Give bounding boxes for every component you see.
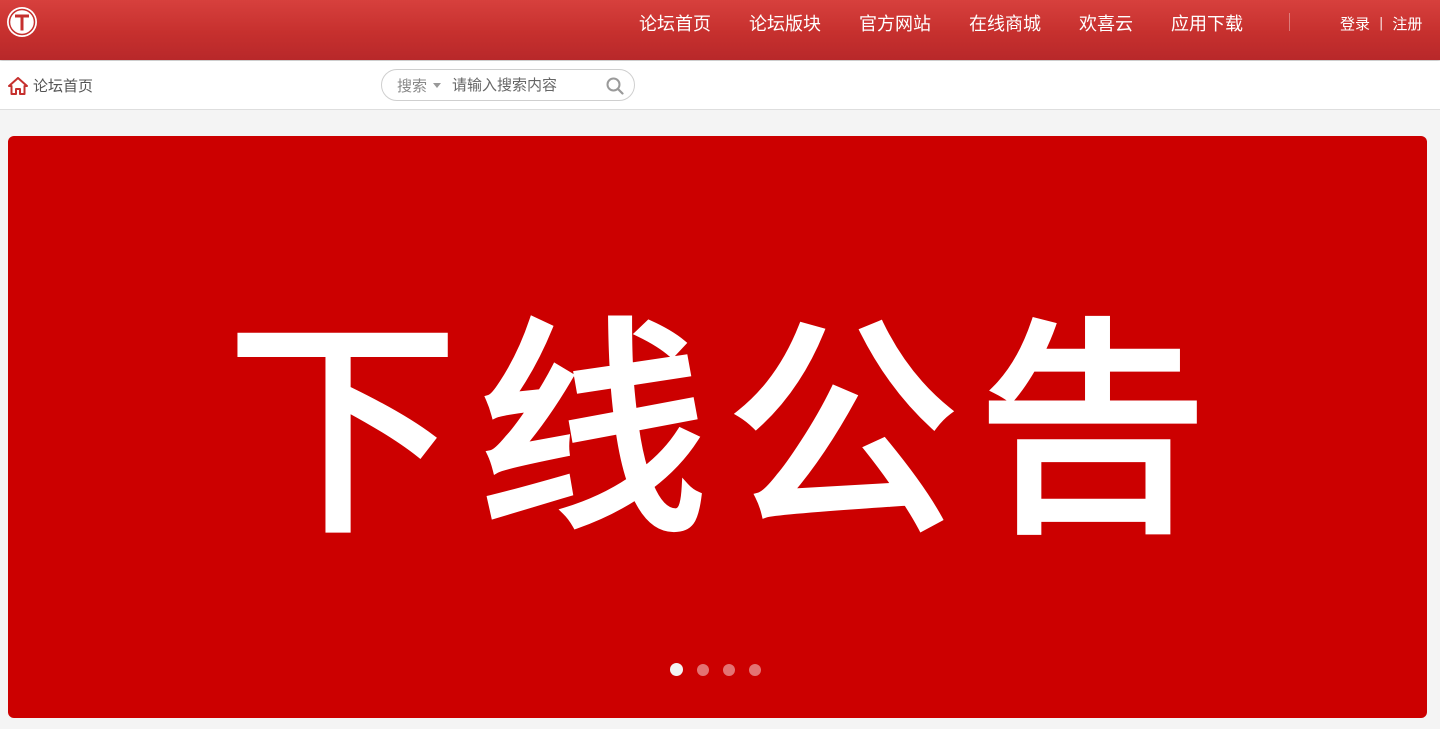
main-nav: 论坛首页 论坛版块 官方网站 在线商城 欢喜云 应用下载 xyxy=(620,0,1262,46)
carousel-dot-2[interactable] xyxy=(697,663,709,676)
breadcrumb-label: 论坛首页 xyxy=(33,77,94,95)
search-icon[interactable] xyxy=(606,77,624,95)
search-type-dropdown[interactable]: 搜索 xyxy=(382,75,452,96)
carousel-indicators xyxy=(670,663,775,676)
site-logo[interactable] xyxy=(6,6,38,38)
nav-item-forum-home[interactable]: 论坛首页 xyxy=(620,10,730,36)
login-link[interactable]: 登录 xyxy=(1340,13,1370,34)
auth-links: 登录 | 注册 xyxy=(1340,0,1422,46)
auth-separator: | xyxy=(1379,15,1384,31)
carousel-dot-3[interactable] xyxy=(723,663,735,676)
chevron-down-icon xyxy=(433,82,442,88)
banner-carousel[interactable]: 下线公告 xyxy=(8,136,1427,718)
carousel-dot-1[interactable] xyxy=(670,663,683,676)
nav-divider xyxy=(1289,13,1290,31)
nav-item-official-site[interactable]: 官方网站 xyxy=(840,10,950,36)
register-link[interactable]: 注册 xyxy=(1392,13,1422,34)
logo-icon xyxy=(7,7,37,37)
top-header: 论坛首页 论坛版块 官方网站 在线商城 欢喜云 应用下载 登录 | 注册 xyxy=(0,0,1440,60)
breadcrumb[interactable]: 论坛首页 xyxy=(8,75,93,96)
home-icon xyxy=(8,76,28,95)
nav-item-huanxi-cloud[interactable]: 欢喜云 xyxy=(1060,10,1152,36)
search-type-label: 搜索 xyxy=(397,76,428,95)
banner-title: 下线公告 xyxy=(228,299,1229,565)
nav-item-app-download[interactable]: 应用下载 xyxy=(1152,10,1262,36)
carousel-dot-4[interactable] xyxy=(749,663,761,676)
sub-header: 论坛首页 搜索 xyxy=(0,61,1440,110)
search-box: 搜索 xyxy=(381,69,635,101)
nav-item-forum-sections[interactable]: 论坛版块 xyxy=(730,10,840,36)
search-input[interactable] xyxy=(452,76,592,94)
nav-item-online-store[interactable]: 在线商城 xyxy=(950,10,1060,36)
